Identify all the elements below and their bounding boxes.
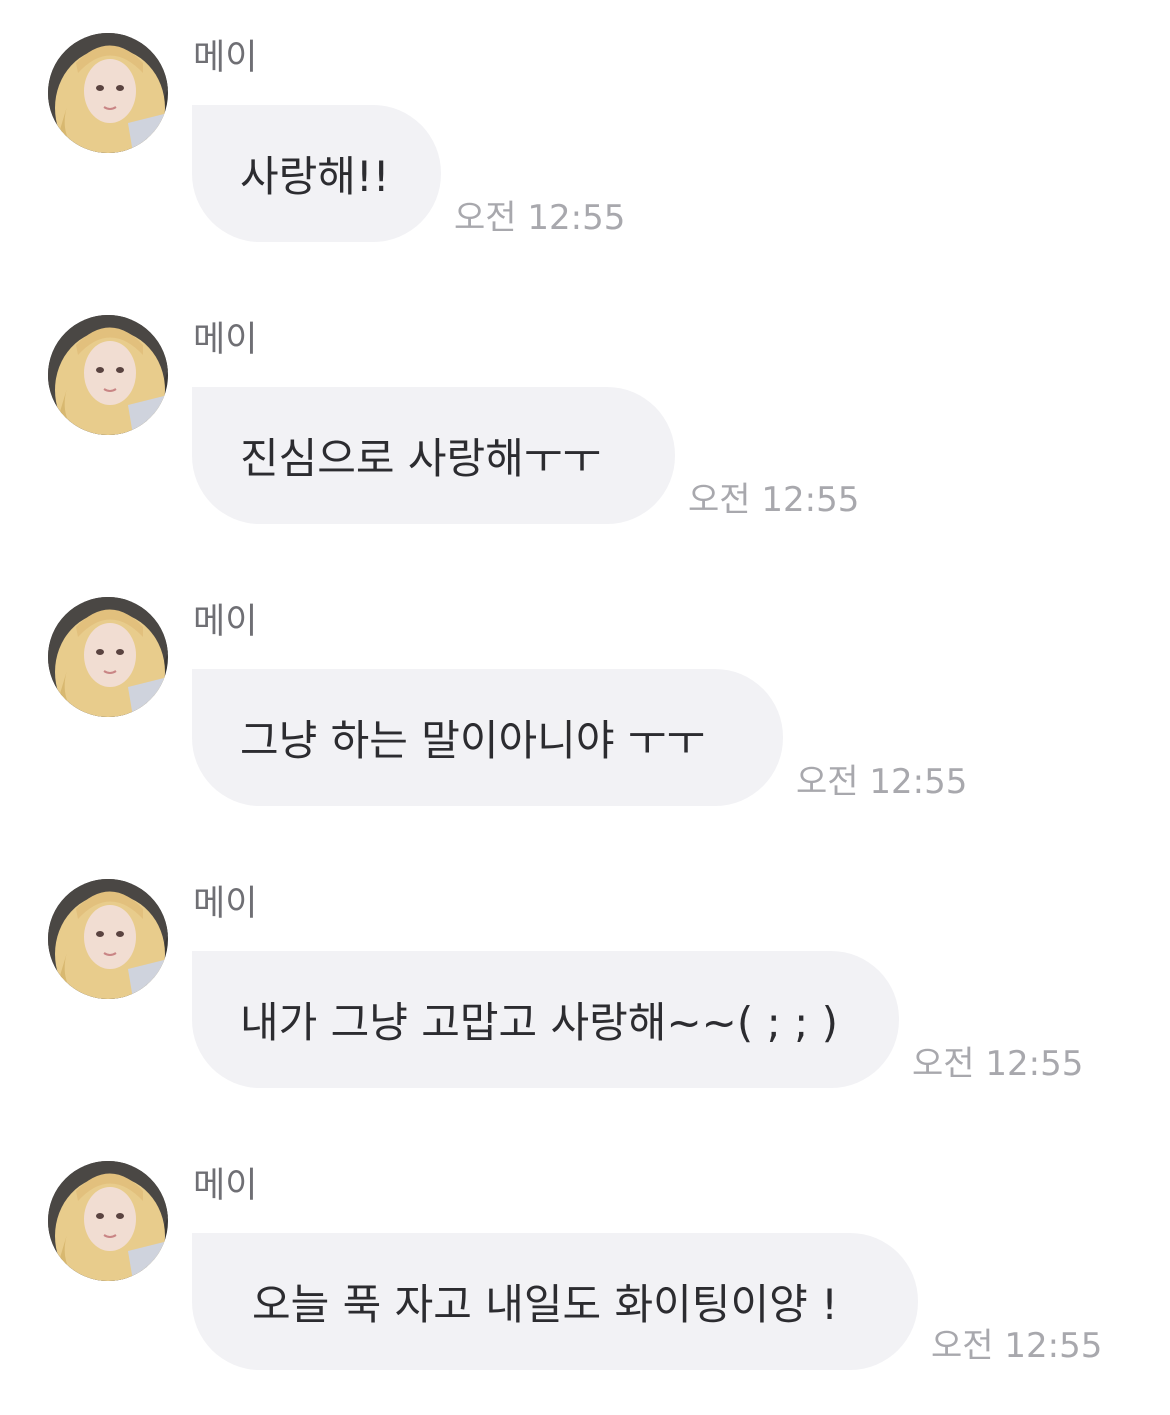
message-row: 메이 사랑해!! 오전 12:55 — [0, 0, 1170, 242]
message-text: 오늘 푹 자고 내일도 화이팅이양 ! — [252, 1280, 838, 1329]
message-text: 내가 그냥 고맙고 사랑해~~( ; ; ) — [240, 998, 838, 1047]
message-text: 사랑해!! — [240, 152, 390, 201]
sender-name: 메이 — [193, 38, 258, 78]
message-bubble[interactable]: 내가 그냥 고맙고 사랑해~~( ; ; ) — [192, 951, 899, 1088]
message-time: 오전 12:55 — [454, 198, 626, 238]
message-bubble[interactable]: 오늘 푹 자고 내일도 화이팅이양 ! — [192, 1233, 918, 1370]
message-text: 진심으로 사랑해ㅜㅜ — [240, 434, 602, 483]
message-bubble[interactable]: 진심으로 사랑해ㅜㅜ — [192, 387, 675, 524]
avatar-photo-icon — [48, 33, 168, 153]
sender-name: 메이 — [193, 884, 258, 924]
sender-avatar[interactable] — [48, 597, 168, 717]
message-time: 오전 12:55 — [796, 762, 968, 802]
message-time: 오전 12:55 — [688, 480, 860, 520]
message-row: 메이 진심으로 사랑해ㅜㅜ 오전 12:55 — [0, 282, 1170, 524]
sender-name: 메이 — [193, 602, 258, 642]
avatar-photo-icon — [48, 315, 168, 435]
message-time: 오전 12:55 — [912, 1044, 1084, 1084]
chat-message-list: 메이 사랑해!! 오전 12:55 메이 진심으로 사랑해ㅜㅜ 오전 12:55… — [0, 0, 1170, 1415]
sender-avatar[interactable] — [48, 879, 168, 999]
sender-avatar[interactable] — [48, 33, 168, 153]
message-bubble[interactable]: 그냥 하는 말이아니야 ㅜㅜ — [192, 669, 783, 806]
avatar-photo-icon — [48, 1161, 168, 1281]
sender-name: 메이 — [193, 1166, 258, 1206]
message-row: 메이 내가 그냥 고맙고 사랑해~~( ; ; ) 오전 12:55 — [0, 846, 1170, 1088]
message-text: 그냥 하는 말이아니야 ㅜㅜ — [240, 716, 706, 765]
message-time: 오전 12:55 — [931, 1326, 1103, 1366]
avatar-photo-icon — [48, 597, 168, 717]
sender-name: 메이 — [193, 320, 258, 360]
message-bubble[interactable]: 사랑해!! — [192, 105, 441, 242]
message-row: 메이 그냥 하는 말이아니야 ㅜㅜ 오전 12:55 — [0, 564, 1170, 806]
avatar-photo-icon — [48, 879, 168, 999]
sender-avatar[interactable] — [48, 315, 168, 435]
sender-avatar[interactable] — [48, 1161, 168, 1281]
message-row: 메이 오늘 푹 자고 내일도 화이팅이양 ! 오전 12:55 — [0, 1128, 1170, 1370]
